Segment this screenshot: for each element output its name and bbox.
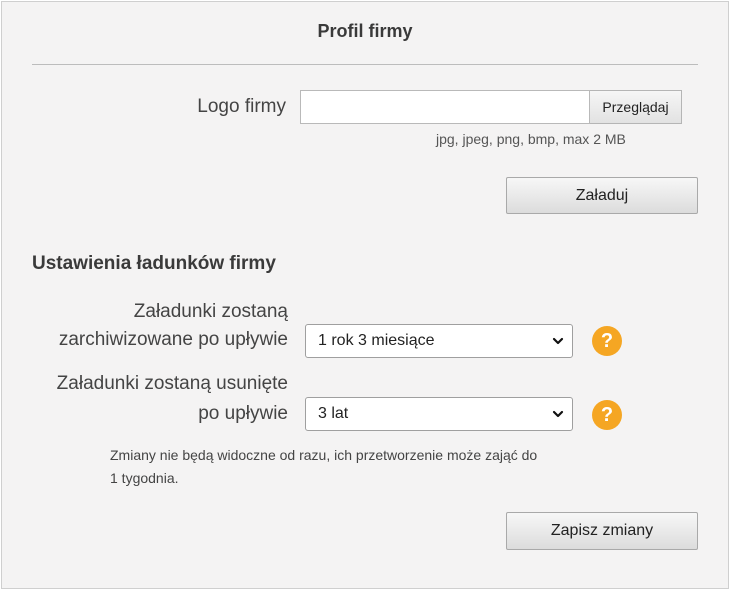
archive-period-value: 1 rok 3 miesiące xyxy=(318,332,435,349)
upload-button[interactable]: Załaduj xyxy=(506,177,698,214)
section-title: Ustawienia ładunków firmy xyxy=(32,253,276,274)
chevron-down-icon xyxy=(552,410,564,418)
delete-label-line1: Załadunki zostaną usunięte xyxy=(56,373,288,394)
archive-label-line2: zarchiwizowane po upływie xyxy=(58,329,288,350)
delete-help-icon[interactable]: ? xyxy=(592,400,622,430)
delete-period-value: 3 lat xyxy=(318,405,349,422)
processing-note-line1: Zmiany nie będą widoczne od razu, ich pr… xyxy=(110,447,538,463)
delete-period-select[interactable]: 3 lat xyxy=(305,397,573,431)
logo-label: Logo firmy xyxy=(197,96,286,117)
header-divider xyxy=(32,64,698,65)
processing-note: Zmiany nie będą widoczne od razu, ich pr… xyxy=(110,444,630,490)
processing-note-line2: 1 tygodnia. xyxy=(110,470,179,486)
archive-help-icon[interactable]: ? xyxy=(592,326,622,356)
chevron-down-icon xyxy=(552,337,564,345)
save-changes-button[interactable]: Zapisz zmiany xyxy=(506,512,698,550)
logo-file-input[interactable] xyxy=(300,90,590,124)
archive-label-line1: Załadunki zostaną xyxy=(133,301,288,322)
archive-period-select[interactable]: 1 rok 3 miesiące xyxy=(305,324,573,358)
browse-button[interactable]: Przeglądaj xyxy=(590,90,682,124)
delete-label-line2: po upływie xyxy=(198,403,288,424)
logo-format-hint: jpg, jpeg, png, bmp, max 2 MB xyxy=(436,131,626,147)
page-title: Profil firmy xyxy=(317,21,413,41)
